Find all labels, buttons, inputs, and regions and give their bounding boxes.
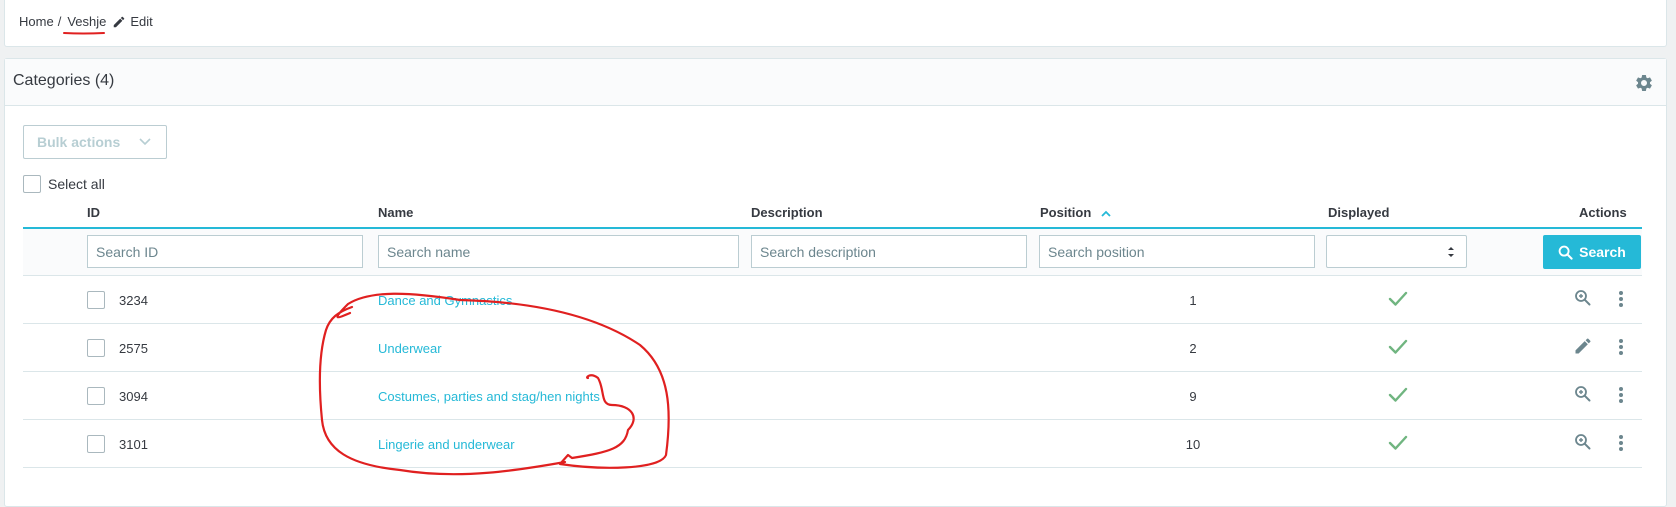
row-position: 10	[1185, 437, 1201, 452]
displayed-check-icon[interactable]	[1388, 338, 1408, 356]
select-all[interactable]: Select all	[23, 175, 105, 193]
row-position: 2	[1189, 341, 1197, 356]
column-header-position[interactable]: Position	[1040, 205, 1111, 220]
breadcrumb-current[interactable]: Veshje	[63, 14, 107, 35]
select-all-checkbox[interactable]	[23, 175, 41, 193]
row-position: 9	[1189, 389, 1197, 404]
panel-title: Categories (4)	[13, 72, 115, 89]
row-position: 1	[1189, 293, 1197, 308]
zoom-icon[interactable]	[1573, 432, 1593, 452]
more-actions-icon[interactable]	[1617, 385, 1625, 405]
column-header-id[interactable]: ID	[87, 205, 100, 220]
displayed-check-icon[interactable]	[1388, 290, 1408, 308]
red-underline-annotation	[63, 32, 106, 35]
column-header-name[interactable]: Name	[378, 205, 413, 220]
column-header-description[interactable]: Description	[751, 205, 823, 220]
bulk-actions-label: Bulk actions	[37, 134, 121, 150]
row-name-link[interactable]: Costumes, parties and stag/hen nights	[378, 389, 600, 404]
displayed-check-icon[interactable]	[1388, 386, 1408, 404]
row-name-link[interactable]: Underwear	[378, 341, 442, 356]
breadcrumb-home[interactable]: Home	[19, 14, 54, 29]
column-header-actions: Actions	[1579, 205, 1627, 220]
table-body: 3234 Dance and Gymnastics 1 2575 Underwear 2 3…	[23, 276, 1642, 468]
zoom-icon[interactable]	[1573, 384, 1593, 404]
gear-icon[interactable]	[1634, 73, 1654, 93]
chevron-down-icon	[139, 138, 151, 146]
row-checkbox[interactable]	[87, 291, 105, 309]
categories-table: ID Name Description Position Displayed A…	[23, 197, 1642, 468]
table-row: 3094 Costumes, parties and stag/hen night…	[23, 372, 1642, 420]
table-row: 2575 Underwear 2	[23, 324, 1642, 372]
table-row: 3234 Dance and Gymnastics 1	[23, 276, 1642, 324]
row-checkbox[interactable]	[87, 387, 105, 405]
displayed-filter-select[interactable]	[1326, 235, 1467, 268]
search-name-input[interactable]	[378, 235, 739, 268]
displayed-check-icon[interactable]	[1388, 434, 1408, 452]
column-header-displayed[interactable]: Displayed	[1328, 205, 1389, 220]
row-checkbox[interactable]	[87, 435, 105, 453]
more-actions-icon[interactable]	[1617, 289, 1625, 309]
row-id: 3094	[119, 389, 148, 404]
search-icon	[1558, 245, 1573, 260]
row-id: 3101	[119, 437, 148, 452]
categories-panel: Categories (4) Bulk actions Select all I…	[4, 58, 1667, 507]
row-id: 2575	[119, 341, 148, 356]
breadcrumb: Home / Veshje Edit	[19, 14, 153, 35]
more-actions-icon[interactable]	[1617, 433, 1625, 453]
pencil-icon	[114, 16, 125, 27]
sort-ascending-icon[interactable]	[1101, 209, 1111, 219]
search-description-input[interactable]	[751, 235, 1027, 268]
breadcrumb-current-label: Veshje	[67, 14, 107, 29]
column-header-position-label: Position	[1040, 205, 1092, 220]
row-id: 3234	[119, 293, 148, 308]
select-arrows-icon	[1448, 247, 1454, 257]
search-position-input[interactable]	[1039, 235, 1315, 268]
filter-row: Search	[23, 229, 1642, 276]
panel-header: Categories (4)	[5, 59, 1666, 106]
row-name-link[interactable]: Lingerie and underwear	[378, 437, 515, 452]
search-button[interactable]: Search	[1543, 235, 1641, 269]
pencil-icon[interactable]	[1573, 336, 1593, 356]
breadcrumb-separator: /	[57, 14, 62, 29]
table-row: 3101 Lingerie and underwear 10	[23, 420, 1642, 468]
search-button-label: Search	[1579, 244, 1626, 260]
row-name-link[interactable]: Dance and Gymnastics	[378, 293, 512, 308]
row-checkbox[interactable]	[87, 339, 105, 357]
table-header: ID Name Description Position Displayed A…	[23, 197, 1642, 229]
more-actions-icon[interactable]	[1617, 337, 1625, 357]
zoom-icon[interactable]	[1573, 288, 1593, 308]
search-id-input[interactable]	[87, 235, 363, 268]
breadcrumb-card: Home / Veshje Edit	[4, 0, 1667, 47]
breadcrumb-edit: Edit	[130, 14, 153, 29]
select-all-label: Select all	[48, 176, 105, 192]
bulk-actions-button[interactable]: Bulk actions	[23, 125, 167, 159]
